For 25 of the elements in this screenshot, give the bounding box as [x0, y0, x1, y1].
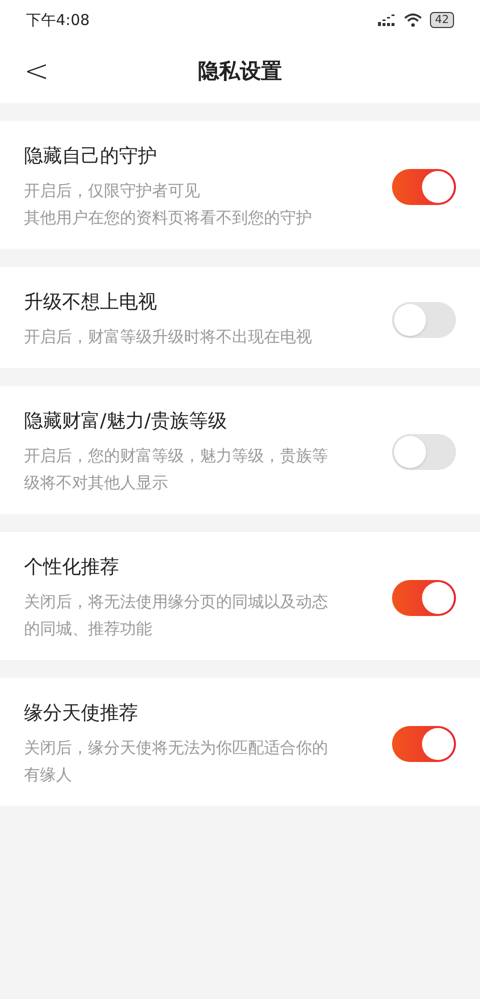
signal-icon: [378, 14, 396, 26]
setting-description: 关闭后，缘分天使将无法为你匹配适合你的: [24, 737, 328, 759]
battery-icon: 42: [430, 12, 454, 28]
setting-title: 升级不想上电视: [24, 290, 158, 315]
setting-description: 关闭后，将无法使用缘分页的同城以及动态: [24, 591, 328, 613]
setting-description: 的同城、推荐功能: [24, 618, 152, 640]
setting-title: 缘分天使推荐: [24, 701, 139, 726]
page-title: 隐私设置: [198, 58, 282, 85]
setting-description: 其他用户在您的资料页将看不到您的守护: [24, 207, 312, 229]
back-button[interactable]: <: [24, 56, 50, 86]
setting-title: 隐藏财富/魅力/贵族等级: [24, 409, 228, 434]
setting-description: 有缘人: [24, 764, 72, 786]
status-time: 下午4:08: [26, 10, 90, 31]
setting-title: 隐藏自己的守护: [24, 144, 158, 169]
setting-description: 开启后，仅限守护者可见: [24, 180, 200, 202]
toggle-switch[interactable]: [392, 580, 456, 616]
wifi-icon: [404, 13, 422, 27]
toggle-switch[interactable]: [392, 726, 456, 762]
setting-description: 开启后，财富等级升级时将不出现在电视: [24, 326, 312, 348]
toggle-switch[interactable]: [392, 169, 456, 205]
setting-description: 级将不对其他人显示: [24, 472, 168, 494]
toggle-switch[interactable]: [392, 434, 456, 470]
setting-title: 个性化推荐: [24, 555, 120, 580]
toggle-switch[interactable]: [392, 302, 456, 338]
setting-description: 开启后，您的财富等级，魅力等级，贵族等: [24, 445, 328, 467]
